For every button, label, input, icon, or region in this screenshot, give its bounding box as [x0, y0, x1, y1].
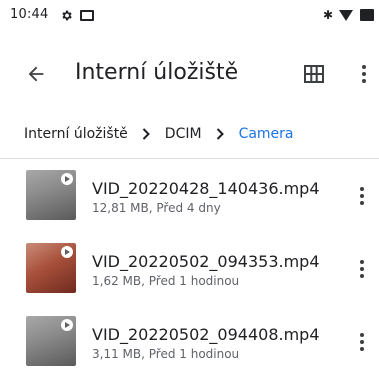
back-button[interactable]	[18, 56, 54, 92]
list-item[interactable]: VID_20220502_094408.mp4 3,11 MB, Před 1 …	[0, 305, 379, 378]
more-vert-icon	[360, 260, 364, 278]
file-menu-button[interactable]	[350, 254, 374, 284]
bluetooth-icon: ✱	[323, 8, 334, 22]
file-name: VID_20220502_094408.mp4	[92, 325, 320, 344]
file-meta: 1,62 MB, Před 1 hodinou	[92, 274, 240, 288]
play-icon	[61, 246, 73, 258]
file-name: VID_20220502_094353.mp4	[92, 252, 320, 271]
breadcrumb-camera[interactable]: Camera	[239, 126, 294, 142]
video-thumbnail	[26, 316, 76, 366]
more-vert-icon	[362, 65, 366, 83]
breadcrumb-dcim[interactable]: DCIM	[165, 126, 202, 142]
breadcrumb-internal-storage[interactable]: Interní úložiště	[24, 126, 128, 142]
screen-icon	[80, 10, 94, 21]
grid-view-icon	[304, 65, 324, 83]
file-name: VID_20220428_140436.mp4	[92, 179, 320, 198]
grid-view-button[interactable]	[300, 60, 328, 88]
chevron-right-icon	[142, 128, 151, 140]
breadcrumb: Interní úložiště DCIM Camera	[0, 118, 379, 150]
video-thumbnail	[26, 170, 76, 220]
file-meta: 3,11 MB, Před 1 hodinou	[92, 347, 240, 361]
more-vert-icon	[360, 333, 364, 351]
play-icon	[61, 173, 73, 185]
list-item[interactable]: VID_20220428_140436.mp4 12,81 MB, Před 4…	[0, 159, 379, 232]
battery-icon	[360, 9, 374, 21]
file-manager-screen: 10:44 ✱ Interní úložiště Interní úložišt…	[0, 0, 379, 383]
more-vert-icon	[360, 187, 364, 205]
wifi-icon	[339, 10, 353, 21]
chevron-right-icon	[216, 128, 225, 140]
play-icon	[61, 319, 73, 331]
page-title: Interní úložiště	[75, 60, 239, 85]
status-bar: 10:44 ✱	[0, 0, 379, 30]
file-menu-button[interactable]	[350, 181, 374, 211]
app-bar: Interní úložiště	[0, 50, 379, 98]
gear-icon	[62, 10, 72, 21]
file-list: VID_20220428_140436.mp4 12,81 MB, Před 4…	[0, 159, 379, 378]
list-item[interactable]: VID_20220502_094353.mp4 1,62 MB, Před 1 …	[0, 232, 379, 305]
more-options-button[interactable]	[350, 58, 378, 90]
file-menu-button[interactable]	[350, 327, 374, 357]
video-thumbnail	[26, 243, 76, 293]
arrow-left-icon	[28, 66, 44, 82]
file-meta: 12,81 MB, Před 4 dny	[92, 201, 221, 215]
status-time: 10:44	[10, 7, 49, 22]
